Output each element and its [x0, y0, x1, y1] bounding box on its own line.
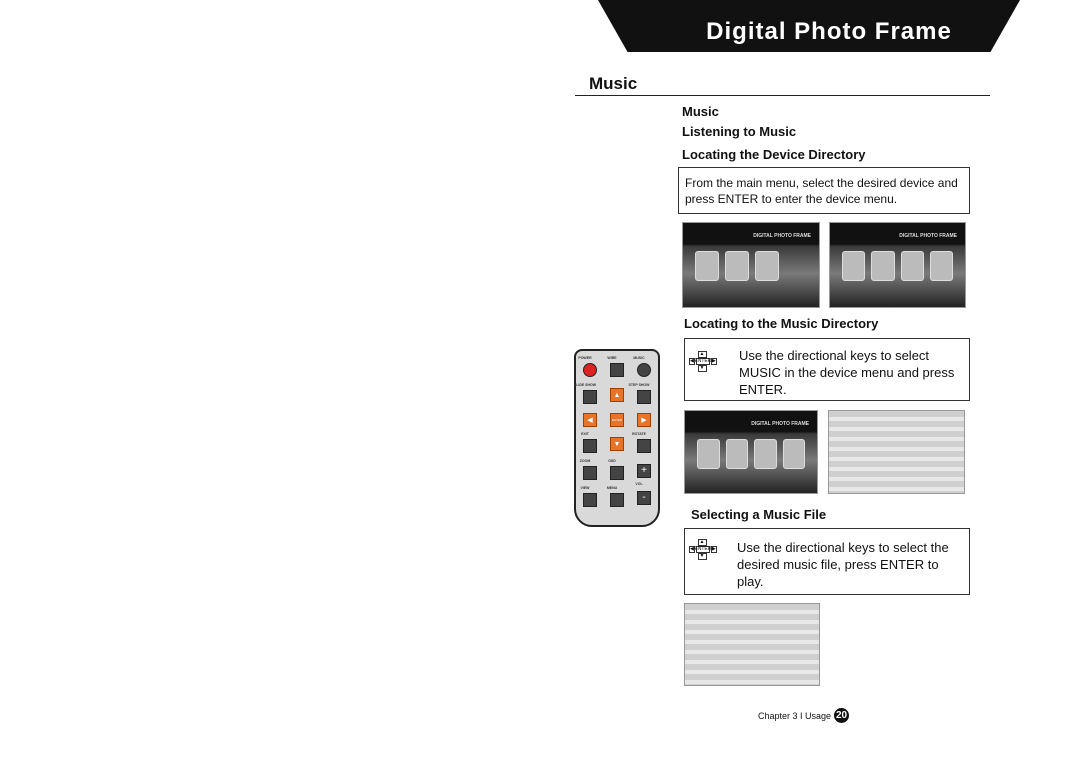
- directional-keys-icon: ▲ ◀ ENTER ▶ ▼: [689, 539, 717, 560]
- instruction-text-2: Use the directional keys to select MUSIC…: [739, 348, 955, 397]
- remote-label: STEP SHOW: [628, 383, 650, 387]
- enter-key-label: ENTER: [694, 358, 712, 365]
- menu-button-icon: [610, 493, 624, 507]
- instruction-box-1: From the main menu, select the desired d…: [678, 167, 970, 214]
- screenshot-music-list: [828, 410, 965, 494]
- divider: [575, 95, 990, 96]
- page-title: Digital Photo Frame: [706, 18, 952, 45]
- up-arrow-icon: ▲: [610, 388, 624, 402]
- heading-listening: Listening to Music: [682, 124, 797, 139]
- power-button-icon: [583, 363, 597, 377]
- remote-label: VOL: [635, 482, 643, 486]
- heading-music: Music: [682, 104, 719, 119]
- heading-device-directory: Locating the Device Directory: [682, 147, 866, 162]
- remote-label: ROTATE: [632, 432, 646, 436]
- remote-label: SLIDE SHOW: [573, 383, 597, 387]
- instruction-box-2: ▲ ◀ ENTER ▶ ▼ Use the directional keys to se…: [684, 338, 970, 401]
- heading-select-file: Selecting a Music File: [691, 507, 827, 522]
- screen-brand-label: DIGITAL PHOTO FRAME: [899, 233, 957, 239]
- screenshot-main-menu: DIGITAL PHOTO FRAME: [682, 222, 820, 308]
- section-title: Music: [589, 74, 638, 93]
- remote-label: MENU: [606, 486, 618, 490]
- music-button-icon: [637, 363, 651, 377]
- page-number: 20: [834, 708, 850, 723]
- instruction-box-3: ▲ ◀ ENTER ▶ ▼ Use the directional keys to se…: [684, 528, 970, 595]
- zoom-icon: [583, 466, 597, 480]
- stepshow-button-icon: [637, 390, 651, 404]
- screen-brand-label: DIGITAL PHOTO FRAME: [753, 233, 811, 239]
- remote-label: VIEW: [580, 486, 590, 490]
- screenshot-device-menu: DIGITAL PHOTO FRAME: [829, 222, 966, 308]
- osd-button-icon: [610, 466, 624, 480]
- remote-label: MUSIC: [633, 356, 645, 360]
- right-arrow-icon: ▶: [637, 413, 651, 427]
- remote-label: ZOOM: [579, 459, 591, 463]
- screen-brand-label: DIGITAL PHOTO FRAME: [751, 421, 809, 427]
- remote-label: OSD: [608, 459, 616, 463]
- slideshow-button-icon: [583, 390, 597, 404]
- rotate-button-icon: [637, 439, 651, 453]
- heading-music-directory: Locating to the Music Directory: [684, 316, 879, 331]
- page-footer: Chapter 3 I Usage 20: [758, 708, 850, 723]
- screenshot-music-playing: [684, 603, 820, 686]
- left-arrow-icon: ◀: [583, 413, 597, 427]
- remote-label: WIRE: [607, 356, 617, 360]
- exit-button-icon: [583, 439, 597, 453]
- enter-button-icon: ENTER: [610, 413, 624, 427]
- wire-button-icon: [610, 363, 624, 377]
- enter-key-label: ENTER: [694, 546, 712, 553]
- screenshot-device-menu-music: DIGITAL PHOTO FRAME: [684, 410, 818, 494]
- view-button-icon: [583, 493, 597, 507]
- directional-keys-icon: ▲ ◀ ENTER ▶ ▼: [689, 351, 717, 372]
- remote-label: POWER: [578, 356, 592, 360]
- remote-label: EXIT: [581, 432, 589, 436]
- remote-control-illustration: POWER WIRE MUSIC SLIDE SHOW STEP SHOW ▲ …: [574, 349, 660, 527]
- volume-down-icon: -: [637, 491, 651, 505]
- down-arrow-icon: ▼: [610, 437, 624, 451]
- chapter-label: Chapter 3 I Usage: [758, 710, 832, 721]
- volume-up-icon: +: [637, 464, 651, 478]
- instruction-text-3: Use the directional keys to select the d…: [737, 540, 949, 589]
